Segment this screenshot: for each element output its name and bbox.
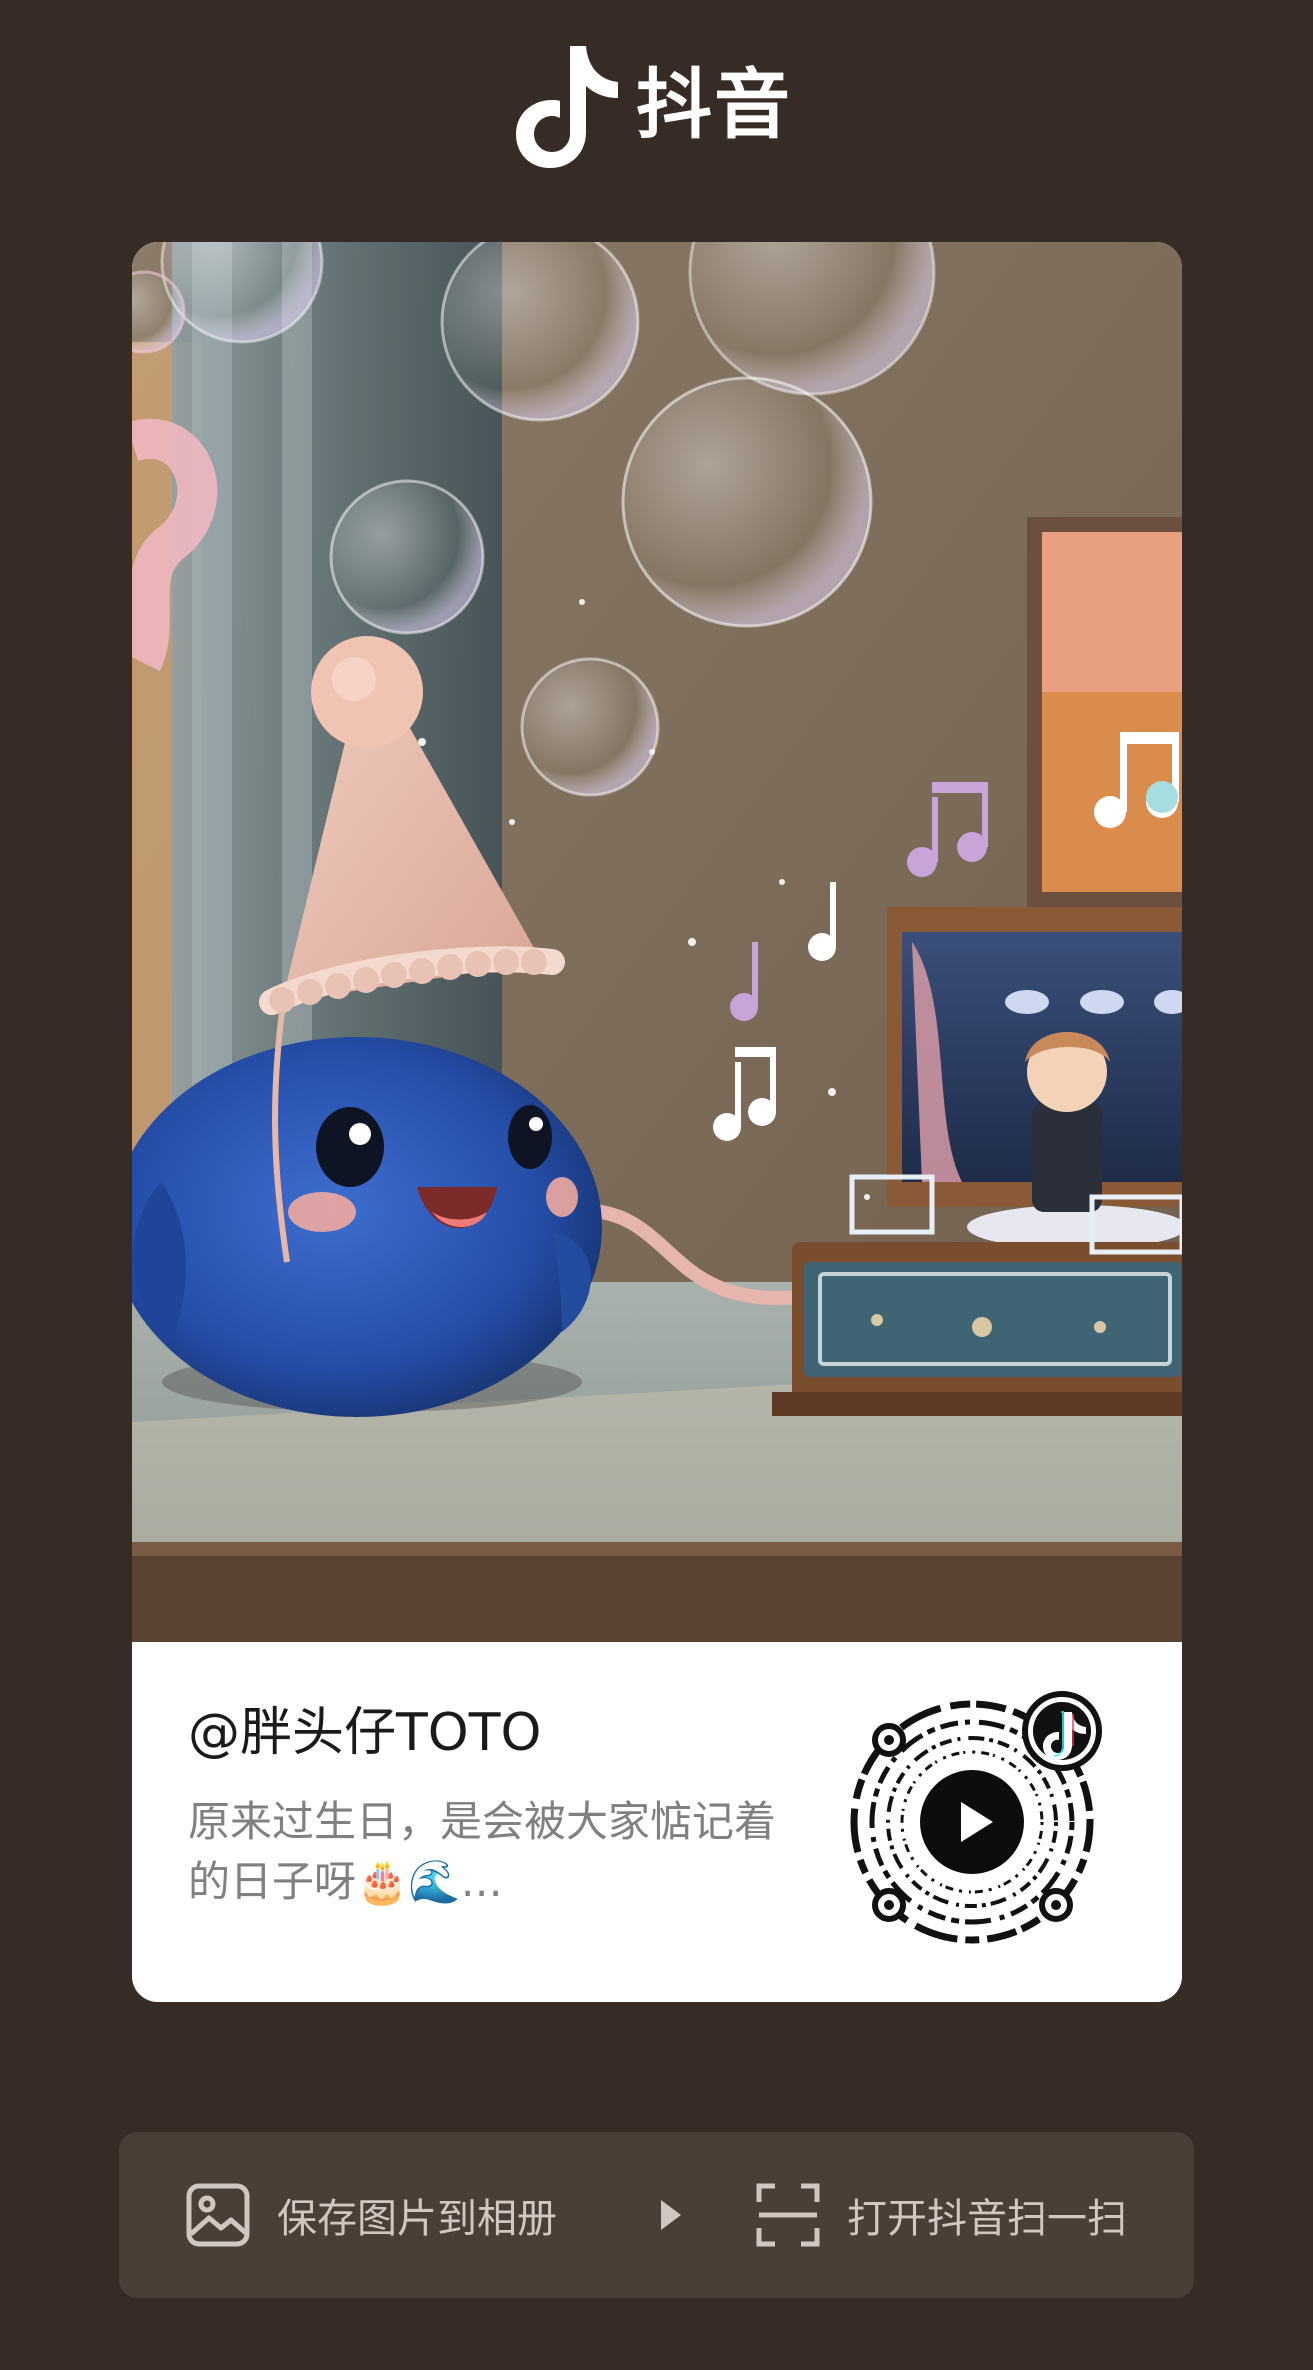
video-cover-image[interactable] (132, 242, 1182, 1642)
action-bar: 保存图片到相册 打开抖音扫一扫 (119, 2132, 1194, 2298)
card-footer: @胖头仔TOTO 原来过生日，是会被大家惦记着的日子呀🎂🌊… (132, 1642, 1182, 2002)
save-image-button[interactable]: 保存图片到相册 (185, 2132, 557, 2298)
scan-icon (756, 2183, 820, 2247)
brand-name: 抖音 (636, 60, 792, 149)
qr-code-icon (850, 1691, 1102, 1944)
image-icon (186, 2183, 250, 2247)
open-scanner-button[interactable]: 打开抖音扫一扫 (755, 2132, 1127, 2298)
douyin-logo: 抖音 (512, 40, 792, 170)
author-name: @胖头仔TOTO (188, 1703, 542, 1763)
tiktok-note-icon (516, 46, 618, 168)
triangle-right-icon (661, 2200, 681, 2230)
share-card: @胖头仔TOTO 原来过生日，是会被大家惦记着的日子呀🎂🌊… (132, 242, 1182, 2002)
save-image-label: 保存图片到相册 (277, 2196, 557, 2242)
post-caption: 原来过生日，是会被大家惦记着的日子呀🎂🌊… (188, 1797, 777, 1906)
open-scanner-label: 打开抖音扫一扫 (847, 2196, 1127, 2242)
